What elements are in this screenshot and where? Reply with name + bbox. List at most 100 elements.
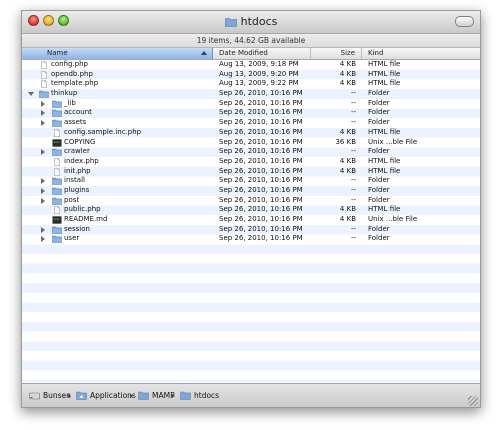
folder-row[interactable]: thinkup Sep 26, 2010, 10:16 PM -- Folder: [22, 89, 480, 99]
file-name: README.md: [64, 215, 108, 223]
file-row[interactable]: public.php Sep 26, 2010, 10:16 PM 4 KB HTML…: [22, 205, 480, 215]
file-kind: Folder: [368, 234, 390, 243]
file-row[interactable]: init.php Sep 26, 2010, 10:16 PM 4 KB HTML f…: [22, 167, 480, 177]
file-size: --: [350, 224, 356, 233]
path-item-applications[interactable]: Applications: [76, 391, 136, 401]
file-row[interactable]: exec README.md Sep 26, 2010, 10:16 PM 4 KB U…: [22, 215, 480, 225]
file-row[interactable]: config.sample.inc.php Sep 26, 2010, 10:16…: [22, 128, 480, 138]
file-name: session: [64, 224, 90, 233]
file-date: Sep 26, 2010, 10:16 PM: [219, 176, 303, 185]
folder-row[interactable]: account Sep 26, 2010, 10:16 PM -- Folder: [22, 108, 480, 118]
resize-grip[interactable]: [468, 396, 478, 406]
file-date: Sep 26, 2010, 10:16 PM: [219, 98, 303, 107]
file-kind: Folder: [368, 195, 390, 204]
file-date: Sep 26, 2010, 10:16 PM: [219, 127, 303, 136]
file-name: install: [64, 176, 85, 185]
file-row[interactable]: exec COPYING Sep 26, 2010, 10:16 PM 36 KB Un…: [22, 138, 480, 148]
column-header-size[interactable]: Size: [311, 48, 362, 59]
column-header-date[interactable]: Date Modified: [213, 48, 311, 59]
php-file-icon: [39, 61, 49, 69]
file-name: assets: [64, 118, 87, 127]
file-name: opendb.php: [51, 69, 93, 78]
file-size: --: [350, 234, 356, 243]
folder-row[interactable]: post Sep 26, 2010, 10:16 PM -- Folder: [22, 196, 480, 206]
file-size: 4 KB: [339, 166, 356, 175]
file-date: Sep 26, 2010, 10:16 PM: [219, 215, 303, 223]
path-item-htdocs[interactable]: htdocs: [180, 391, 219, 401]
column-header-name[interactable]: Name: [22, 48, 213, 59]
folder-row[interactable]: install Sep 26, 2010, 10:16 PM -- Folder: [22, 176, 480, 186]
status-text: 19 items, 44.62 GB available: [196, 36, 306, 45]
folder-icon: [224, 17, 237, 30]
file-row[interactable]: template.php Aug 13, 2009, 9:22 PM 4 KB HTM…: [22, 79, 480, 89]
file-size: 4 KB: [339, 60, 356, 68]
finder-window: htdocs 19 items, 44.62 GB available Name…: [21, 10, 481, 408]
file-date: Sep 26, 2010, 10:16 PM: [219, 195, 303, 204]
file-date: Sep 26, 2010, 10:16 PM: [219, 205, 303, 214]
file-name: config.sample.inc.php: [64, 127, 142, 136]
executable-file-icon: exec: [52, 216, 62, 224]
file-kind: Folder: [368, 185, 390, 194]
folder-row[interactable]: assets Sep 26, 2010, 10:16 PM -- Folder: [22, 118, 480, 128]
file-name: init.php: [64, 166, 91, 175]
folder-icon: [52, 100, 62, 108]
file-kind: HTML file: [368, 69, 401, 78]
folder-row[interactable]: _lib Sep 26, 2010, 10:16 PM -- Folder: [22, 99, 480, 109]
window-title-area: htdocs: [22, 15, 480, 30]
column-header-date-label: Date Modified: [219, 49, 268, 57]
folder-row[interactable]: crawler Sep 26, 2010, 10:16 PM -- Folder: [22, 147, 480, 157]
disclosure-triangle-icon[interactable]: [41, 236, 45, 243]
folder-row[interactable]: session Sep 26, 2010, 10:16 PM -- Folder: [22, 225, 480, 235]
executable-file-icon: exec: [52, 138, 62, 147]
file-name: public.php: [64, 205, 101, 214]
hard-drive-icon: [29, 392, 40, 403]
folder-row[interactable]: plugins Sep 26, 2010, 10:16 PM -- Folder: [22, 186, 480, 196]
file-kind: Unix ...ble File: [368, 215, 418, 223]
file-date: Sep 26, 2010, 10:16 PM: [219, 108, 303, 117]
disclosure-triangle-icon[interactable]: [41, 110, 45, 117]
window-title: htdocs: [240, 15, 278, 28]
title-bar[interactable]: htdocs: [22, 11, 480, 34]
file-kind: HTML file: [368, 205, 401, 214]
status-bar: 19 items, 44.62 GB available: [22, 34, 480, 48]
file-kind: Folder: [368, 176, 390, 185]
file-size: --: [350, 176, 356, 185]
path-separator-icon: [68, 394, 71, 398]
file-size: 4 KB: [339, 205, 356, 214]
path-separator-icon: [130, 394, 133, 398]
svg-text:exec: exec: [54, 141, 61, 144]
folder-row[interactable]: user Sep 26, 2010, 10:16 PM -- Folder: [22, 234, 480, 244]
file-size: --: [350, 98, 356, 107]
disclosure-triangle-icon[interactable]: [28, 92, 34, 97]
file-date: Sep 26, 2010, 10:16 PM: [219, 147, 303, 156]
file-date: Sep 26, 2010, 10:16 PM: [219, 118, 303, 127]
file-size: 4 KB: [339, 156, 356, 165]
disclosure-triangle-icon[interactable]: [41, 226, 45, 233]
disclosure-triangle-icon[interactable]: [41, 178, 45, 185]
file-size: 4 KB: [339, 69, 356, 78]
folder-icon: [52, 109, 62, 118]
file-size: --: [350, 147, 356, 156]
file-row[interactable]: config.php Aug 13, 2009, 9:18 PM 4 KB HTML …: [22, 60, 480, 70]
file-size: --: [350, 195, 356, 204]
php-file-icon: [52, 128, 62, 137]
folder-icon: [52, 177, 62, 186]
file-size: --: [350, 108, 356, 117]
folder-icon: [52, 148, 62, 157]
disclosure-triangle-icon[interactable]: [41, 197, 45, 204]
file-row[interactable]: opendb.php Aug 13, 2009, 9:20 PM 4 KB HTML …: [22, 70, 480, 80]
file-size: 4 KB: [339, 79, 356, 88]
file-row[interactable]: index.php Sep 26, 2010, 10:16 PM 4 KB HTML …: [22, 157, 480, 167]
disclosure-triangle-icon[interactable]: [41, 120, 45, 127]
disclosure-triangle-icon[interactable]: [41, 187, 45, 194]
column-header-kind[interactable]: Kind: [362, 48, 480, 59]
toolbar-toggle-button[interactable]: [455, 16, 474, 27]
folder-icon: [52, 187, 62, 195]
path-item-bunsen[interactable]: Bunsen: [29, 391, 71, 401]
file-list[interactable]: config.php Aug 13, 2009, 9:18 PM 4 KB HTML …: [22, 60, 480, 382]
file-kind: HTML file: [368, 156, 401, 165]
disclosure-triangle-icon[interactable]: [41, 100, 45, 107]
file-kind: Folder: [368, 108, 390, 117]
path-item-mamp[interactable]: MAMP: [138, 391, 175, 401]
disclosure-triangle-icon[interactable]: [41, 149, 45, 156]
